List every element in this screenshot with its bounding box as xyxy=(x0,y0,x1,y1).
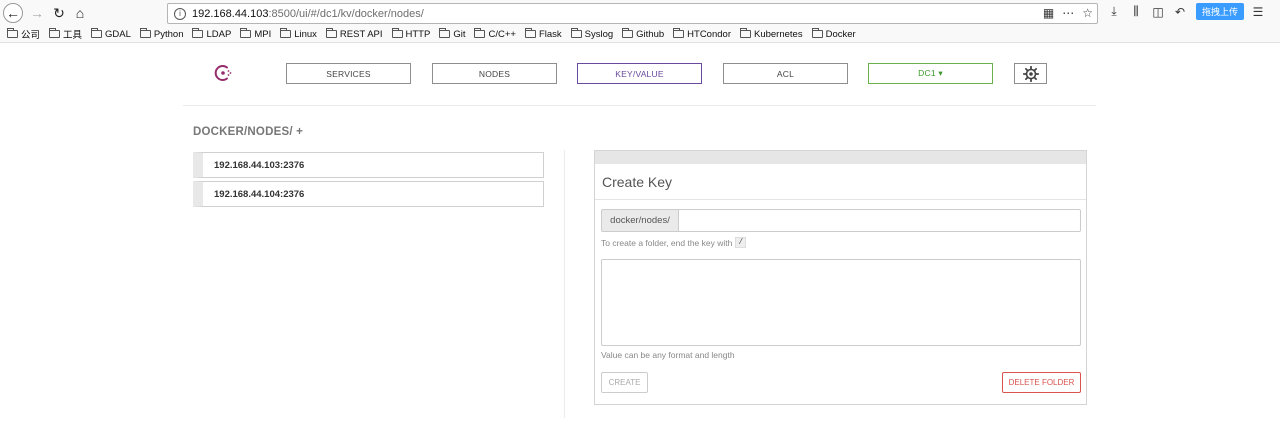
bookmark-label: C/C++ xyxy=(488,28,516,40)
bookmark-folder[interactable]: Syslog xyxy=(570,28,614,40)
bookmark-label: GDAL xyxy=(105,28,131,40)
bookmark-label: Python xyxy=(153,28,184,40)
folder-icon xyxy=(570,28,582,38)
folder-icon xyxy=(49,28,61,38)
key-input[interactable] xyxy=(678,209,1081,232)
folder-icon xyxy=(325,28,337,38)
nav-key-value-button[interactable]: KEY/VALUE xyxy=(577,63,702,84)
panel-title: Create Key xyxy=(602,174,673,190)
undo-icon[interactable]: ↶ xyxy=(1172,5,1188,19)
folder-hint-text: To create a folder, end the key with xyxy=(601,237,733,248)
folder-icon xyxy=(524,28,536,38)
panel-header xyxy=(595,151,1086,164)
nav-divider xyxy=(183,105,1096,106)
delete-folder-button[interactable]: DELETE FOLDER xyxy=(1002,372,1081,393)
back-arrow-icon[interactable]: ← xyxy=(3,3,23,23)
folder-icon xyxy=(280,28,292,38)
info-icon[interactable]: i xyxy=(174,7,186,20)
bookmark-label: LDAP xyxy=(206,28,232,40)
bookmarks-bar: 公司 工具 GDAL Python LDAP MPI Linux REST AP… xyxy=(0,26,1280,43)
bookmark-folder[interactable]: 公司 xyxy=(7,27,40,41)
bookmark-label: Flask xyxy=(538,28,562,40)
bookmark-folder[interactable]: REST API xyxy=(325,28,383,40)
bookmark-label: Kubernetes xyxy=(753,28,803,40)
create-key-panel: Create Key docker/nodes/ To create a fol… xyxy=(594,150,1087,405)
value-hint: Value can be any format and length xyxy=(601,350,735,360)
folder-icon xyxy=(474,28,486,38)
reload-icon[interactable]: ↻ xyxy=(49,3,69,23)
bookmark-folder[interactable]: Flask xyxy=(524,28,562,40)
folder-icon xyxy=(739,28,751,38)
key-list: 192.168.44.103:2376 192.168.44.104:2376 xyxy=(193,152,544,210)
value-textarea[interactable] xyxy=(601,259,1081,346)
bookmark-folder[interactable]: Kubernetes xyxy=(739,28,803,40)
bookmark-label: HTTP xyxy=(405,28,431,40)
settings-button[interactable] xyxy=(1014,63,1047,84)
folder-icon xyxy=(7,28,18,38)
bookmark-label: Github xyxy=(636,28,665,40)
forward-arrow-icon[interactable]: → xyxy=(27,3,47,23)
bookmark-label: REST API xyxy=(339,28,383,40)
bookmark-label: Syslog xyxy=(584,28,614,40)
bookmark-label: HTCondor xyxy=(687,28,731,40)
library-icon[interactable]: ⫼ xyxy=(1128,4,1144,19)
bookmark-folder[interactable]: HTTP xyxy=(391,28,431,40)
breadcrumb[interactable]: DOCKER/NODES/ + xyxy=(193,126,303,138)
page-actions-icon[interactable]: ⋯ xyxy=(1062,6,1074,20)
create-button[interactable]: CREATE xyxy=(601,372,648,393)
folder-icon xyxy=(240,28,252,38)
bookmark-folder[interactable]: 工具 xyxy=(49,27,82,41)
folder-icon xyxy=(391,28,403,38)
bookmark-label: Git xyxy=(453,28,466,40)
folder-icon xyxy=(439,28,451,38)
sidebar-icon[interactable]: ◫ xyxy=(1150,5,1166,19)
bookmark-folder[interactable]: HTCondor xyxy=(673,28,731,40)
bookmark-label: MPI xyxy=(254,28,272,40)
bookmark-folder[interactable]: C/C++ xyxy=(474,28,516,40)
nav-acl-button[interactable]: ACL xyxy=(723,63,848,84)
key-prefix: docker/nodes/ xyxy=(601,209,678,232)
bookmark-label: 工具 xyxy=(63,30,83,41)
key-list-item[interactable]: 192.168.44.103:2376 xyxy=(193,152,544,178)
folder-icon xyxy=(622,28,634,38)
folder-hint-code: / xyxy=(735,237,747,248)
folder-icon xyxy=(673,28,685,38)
panel-divider xyxy=(595,199,1086,200)
bookmark-folder[interactable]: Python xyxy=(139,28,184,40)
folder-hint: To create a folder, end the key with / xyxy=(601,237,747,248)
url-host: 192.168.44.103 xyxy=(192,7,269,20)
folder-icon xyxy=(811,28,823,38)
datacenter-dropdown[interactable]: DC1 ▾ xyxy=(868,63,993,84)
folder-icon xyxy=(91,28,103,38)
upload-button[interactable]: 拖拽上传 xyxy=(1196,3,1245,20)
bookmark-folder[interactable]: LDAP xyxy=(192,28,232,40)
nav-services-button[interactable]: SERVICES xyxy=(286,63,411,84)
menu-icon[interactable]: ☰ xyxy=(1250,5,1266,19)
home-icon[interactable]: ⌂ xyxy=(70,3,90,23)
bookmark-label: Docker xyxy=(825,28,856,40)
key-list-item[interactable]: 192.168.44.104:2376 xyxy=(193,181,544,207)
address-bar[interactable]: i 192.168.44.103:8500/ui/#/dc1/kv/docker… xyxy=(167,3,1098,24)
folder-icon xyxy=(139,28,151,38)
bookmark-folder[interactable]: Git xyxy=(439,28,466,40)
key-input-group: docker/nodes/ xyxy=(601,209,1081,232)
url-path: :8500/ui/#/dc1/kv/docker/nodes/ xyxy=(268,7,424,20)
browser-toolbar: ← → ↻ ⌂ i 192.168.44.103:8500/ui/#/dc1/k… xyxy=(0,0,1280,26)
nav-nodes-button[interactable]: NODES xyxy=(432,63,557,84)
bookmark-folder[interactable]: MPI xyxy=(240,28,272,40)
bookmark-folder[interactable]: Docker xyxy=(811,28,856,40)
gear-icon xyxy=(1022,65,1039,82)
qr-code-icon[interactable]: ▦ xyxy=(1043,6,1054,20)
consul-logo-icon[interactable] xyxy=(213,63,233,83)
bookmark-folder[interactable]: Linux xyxy=(280,28,317,40)
bookmark-folder[interactable]: Github xyxy=(622,28,665,40)
bookmark-folder[interactable]: GDAL xyxy=(91,28,131,40)
bookmark-label: 公司 xyxy=(21,30,41,41)
download-icon[interactable]: ⤓ xyxy=(1106,4,1122,19)
column-divider xyxy=(564,150,565,418)
folder-icon xyxy=(192,28,204,38)
bookmark-label: Linux xyxy=(294,28,317,40)
bookmark-star-icon[interactable]: ☆ xyxy=(1082,6,1093,20)
